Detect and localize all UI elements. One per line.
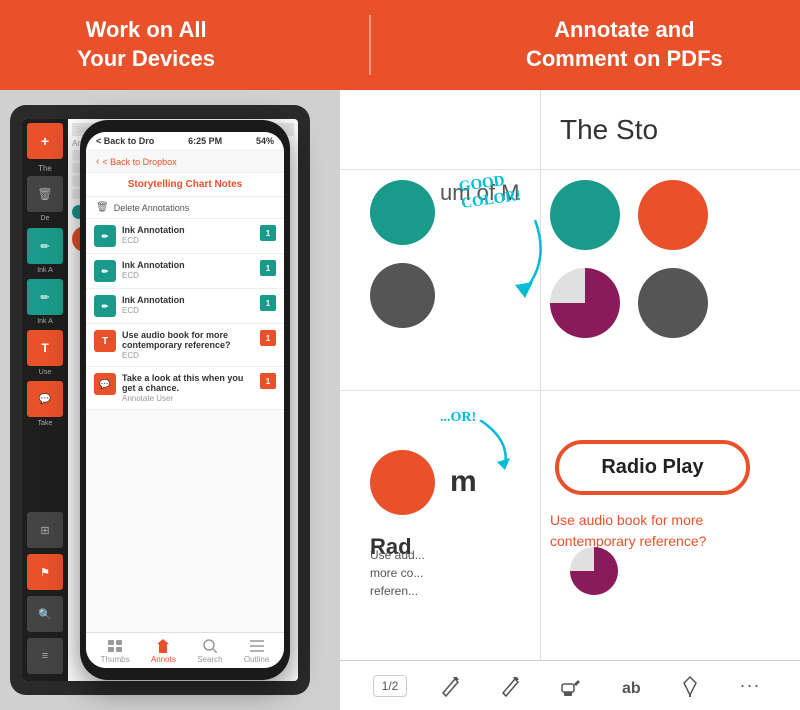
annot-badge-area: 1 bbox=[260, 225, 276, 241]
pdf-title: The Sto bbox=[560, 114, 658, 146]
circle-gray bbox=[638, 268, 708, 338]
circle-teal-1 bbox=[550, 180, 620, 250]
tablet-sidebar-bottom4[interactable]: ≡ bbox=[27, 638, 63, 674]
annot-content-5: Take a look at this when you get a chanc… bbox=[122, 373, 254, 403]
small-pie-circle bbox=[570, 547, 618, 595]
circle-purple-pie bbox=[550, 268, 620, 338]
tablet-sidebar-trash[interactable]: 🗑 bbox=[27, 176, 63, 212]
pdf-area: The Sto GOODCOLOR! bbox=[340, 90, 800, 660]
annot-content: Ink Annotation ECD bbox=[122, 225, 254, 245]
top-banner: Work on All Your Devices Annotate and Co… bbox=[0, 0, 800, 90]
tablet-sidebar-comment[interactable]: 💬 bbox=[27, 381, 63, 417]
annot-badge-area-5: 1 bbox=[260, 373, 276, 389]
highlighter-tool[interactable] bbox=[552, 668, 588, 704]
annot-item-text[interactable]: T Use audio book for more contemporary r… bbox=[86, 324, 284, 367]
tablet-label-inka: Ink A bbox=[37, 267, 53, 274]
circles-left bbox=[370, 180, 435, 328]
tablet-sidebar-ink1[interactable]: ✏ bbox=[27, 228, 63, 264]
annot-icon-t: T bbox=[94, 330, 116, 352]
annot-icon-comment: 💬 bbox=[94, 373, 116, 395]
annot-content-2: Ink Annotation ECD bbox=[122, 260, 254, 280]
annot-icon-ink3: ✏ bbox=[94, 295, 116, 317]
annot-badge-area-2: 1 bbox=[260, 260, 276, 276]
tablet-label-take: Take bbox=[38, 420, 53, 427]
page-indicator-wrapper: 1/2 bbox=[372, 668, 408, 704]
phone-status-time: 6:25 PM bbox=[188, 136, 222, 146]
thumbs-icon bbox=[107, 639, 123, 653]
outline-tab-icon bbox=[249, 639, 265, 653]
circle-teal-left bbox=[370, 180, 435, 245]
phone-status-bar: < Back to Dro 6:25 PM 54% bbox=[86, 132, 284, 151]
annot-item-comment[interactable]: 💬 Take a look at this when you get a cha… bbox=[86, 367, 284, 410]
tablet-sidebar-ink2[interactable]: ✏ bbox=[27, 279, 63, 315]
circles-grid bbox=[550, 180, 708, 338]
banner-divider bbox=[369, 15, 371, 75]
page-indicator: 1/2 bbox=[373, 675, 408, 697]
banner-right-title: Annotate and Comment on PDFs bbox=[526, 16, 723, 73]
radio-play-label: Radio Play bbox=[601, 456, 703, 479]
tablet-sidebar-bottom1[interactable]: ⊞ bbox=[27, 512, 63, 548]
tablet-sidebar: + The 🗑 De ✏ Ink A ✏ Ink A bbox=[22, 119, 68, 681]
circle-orange bbox=[638, 180, 708, 250]
phone-bottom-bar: Thumbs Annots Search bbox=[86, 632, 284, 668]
tablet-label-inka2: Ink A bbox=[37, 318, 53, 325]
bottom-toolbar: 1/2 abc ··· bbox=[340, 660, 800, 710]
tablet-sidebar-bottom3[interactable]: 🔍 bbox=[27, 596, 63, 632]
phone-nav-title: Storytelling Chart Notes bbox=[86, 173, 284, 197]
annot-item[interactable]: ✏ Ink Annotation ECD 1 bbox=[86, 289, 284, 324]
search-tab-icon bbox=[202, 639, 218, 653]
pencil-tool-2[interactable] bbox=[492, 668, 528, 704]
annot-content-4: Use audio book for more contemporary ref… bbox=[122, 330, 254, 360]
annot-icon-ink2: ✏ bbox=[94, 260, 116, 282]
main-content: + The 🗑 De ✏ Ink A ✏ Ink A bbox=[0, 90, 800, 710]
arrow2 bbox=[470, 420, 520, 475]
tablet-sidebar-text[interactable]: T bbox=[27, 330, 63, 366]
circle-gray-left bbox=[370, 263, 435, 328]
annot-item[interactable]: ✏ Ink Annotation ECD 1 bbox=[86, 254, 284, 289]
phone-screen: < Back to Dro 6:25 PM 54% ‹ < Back to Dr… bbox=[86, 132, 284, 668]
annotation-list: ✏ Ink Annotation ECD 1 ✏ Ink Annot bbox=[86, 219, 284, 632]
phone-action-bar: 🗑 Delete Annotations bbox=[86, 197, 284, 219]
arrow-annotation bbox=[495, 220, 555, 305]
tablet-label-de: De bbox=[41, 215, 50, 222]
tablet-sidebar-bottom2[interactable]: ⚑ bbox=[27, 554, 63, 590]
pdf-header: The Sto bbox=[340, 90, 800, 170]
circle-orange-bottom bbox=[370, 450, 435, 515]
annot-content-3: Ink Annotation ECD bbox=[122, 295, 254, 315]
svg-text:abc: abc bbox=[622, 680, 640, 696]
partial-bottom-text: Use aud...more co...referen... bbox=[370, 546, 540, 600]
right-panel: The Sto GOODCOLOR! bbox=[340, 90, 800, 710]
text-tool[interactable]: abc bbox=[612, 668, 648, 704]
tablet-label-use: Use bbox=[39, 369, 51, 376]
annot-badge-area-3: 1 bbox=[260, 295, 276, 311]
phone-nav-back[interactable]: ‹ < Back to Dropbox bbox=[86, 151, 284, 173]
banner-left-title: Work on All Your Devices bbox=[77, 16, 215, 73]
radio-play-box: Radio Play bbox=[555, 440, 750, 495]
phone-mockup: < Back to Dro 6:25 PM 54% ‹ < Back to Dr… bbox=[80, 120, 290, 680]
phone-tab-annot[interactable]: Annots bbox=[151, 639, 176, 664]
phone-status-battery: 54% bbox=[256, 136, 274, 146]
pencil-tool-1[interactable] bbox=[432, 668, 468, 704]
pen-tool[interactable] bbox=[672, 668, 708, 704]
pdf-annotation-text: Use audio book for more contemporary ref… bbox=[550, 510, 750, 552]
annot-item[interactable]: ✏ Ink Annotation ECD 1 bbox=[86, 219, 284, 254]
tablet-sidebar-add[interactable]: + bbox=[27, 123, 63, 159]
phone-tab-search[interactable]: Search bbox=[197, 639, 222, 664]
annot-badge-area-4: 1 bbox=[260, 330, 276, 346]
annot-tab-icon bbox=[155, 639, 171, 653]
phone-tab-thumbs[interactable]: Thumbs bbox=[101, 639, 130, 664]
annot-icon-ink: ✏ bbox=[94, 225, 116, 247]
phone-tab-outline[interactable]: Outline bbox=[244, 639, 269, 664]
more-options-button[interactable]: ··· bbox=[732, 668, 768, 704]
phone-status-left: < Back to Dro bbox=[96, 136, 154, 146]
left-panel: + The 🗑 De ✏ Ink A ✏ Ink A bbox=[0, 90, 340, 710]
tablet-sidebar-label: The bbox=[27, 164, 63, 173]
